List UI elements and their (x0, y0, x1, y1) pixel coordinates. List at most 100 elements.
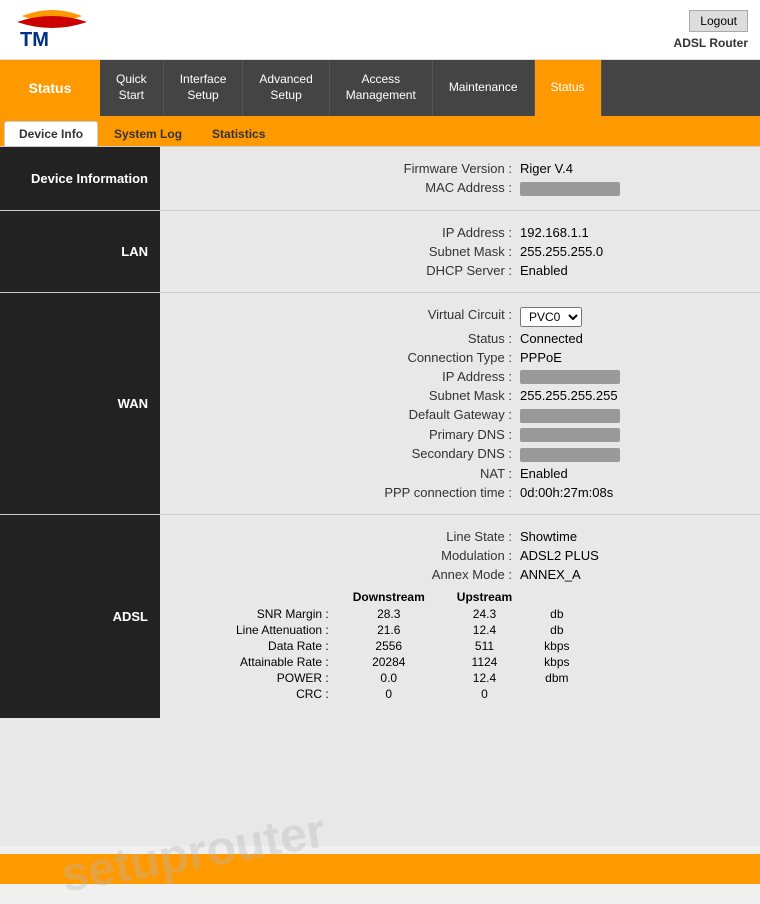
adsl-snr-downstream: 28.3 (337, 606, 441, 622)
wan-gw-row: Default Gateway : (160, 407, 760, 423)
adsl-attn-row: Line Attenuation : 21.6 12.4 db (220, 622, 586, 638)
wan-subnet-value: 255.255.255.255 (520, 388, 720, 403)
nav-item-quick-start[interactable]: QuickStart (100, 60, 164, 116)
logout-button[interactable]: Logout (689, 10, 748, 32)
adsl-table-col-unit (528, 588, 585, 606)
mac-label: MAC Address : (340, 180, 520, 196)
wan-subnet-label: Subnet Mask : (340, 388, 520, 403)
nav-item-access-management[interactable]: AccessManagement (330, 60, 433, 116)
adsl-datarate-row: Data Rate : 2556 511 kbps (220, 638, 586, 654)
wan-section: WAN Virtual Circuit : PVC0 PVC1 PVC2 PVC… (0, 292, 760, 514)
ppp-time-label: PPP connection time : (340, 485, 520, 500)
adsl-snr-unit: db (528, 606, 585, 622)
wan-dns2-row: Secondary DNS : (160, 446, 760, 462)
adsl-annex-label: Annex Mode : (340, 567, 520, 582)
adsl-attrate-downstream: 20284 (337, 654, 441, 670)
wan-gw-label: Default Gateway : (340, 407, 520, 423)
adsl-table-col-label (220, 588, 337, 606)
lan-ip-row: IP Address : 192.168.1.1 (160, 225, 760, 240)
vc-value: PVC0 PVC1 PVC2 PVC3 (520, 307, 720, 327)
device-info-content: Firmware Version : Riger V.4 MAC Address… (160, 147, 760, 210)
adsl-crc-row: CRC : 0 0 (220, 686, 586, 702)
sub-tab-statistics[interactable]: Statistics (198, 122, 279, 146)
wan-label: WAN (0, 293, 160, 514)
wan-ip-value (520, 369, 720, 385)
nav-item-advanced-setup[interactable]: AdvancedSetup (243, 60, 329, 116)
adsl-section: ADSL Line State : Showtime Modulation : … (0, 514, 760, 718)
firmware-value: Riger V.4 (520, 161, 720, 176)
adsl-power-label: POWER : (220, 670, 337, 686)
adsl-table: Downstream Upstream SNR Margin : 28.3 24… (220, 588, 740, 702)
lan-section: LAN IP Address : 192.168.1.1 Subnet Mask… (0, 210, 760, 292)
adsl-modulation-label: Modulation : (340, 548, 520, 563)
lan-dhcp-row: DHCP Server : Enabled (160, 263, 760, 278)
wan-subnet-row: Subnet Mask : 255.255.255.255 (160, 388, 760, 403)
ppp-time-value: 0d:00h:27m:08s (520, 485, 720, 500)
wan-dns2-label: Secondary DNS : (340, 446, 520, 462)
adsl-linestate-label: Line State : (340, 529, 520, 544)
adsl-label: ADSL (0, 515, 160, 718)
conn-type-value: PPPoE (520, 350, 720, 365)
header-right: Logout ADSL Router (674, 10, 748, 50)
device-info-section: Device Information Firmware Version : Ri… (0, 146, 760, 210)
tm-logo: TM (12, 8, 92, 52)
adsl-power-row: POWER : 0.0 12.4 dbm (220, 670, 586, 686)
router-label: ADSL Router (674, 36, 748, 50)
adsl-snr-upstream: 24.3 (441, 606, 528, 622)
lan-label: LAN (0, 211, 160, 292)
adsl-crc-downstream: 0 (337, 686, 441, 702)
adsl-crc-label: CRC : (220, 686, 337, 702)
adsl-datarate-label: Data Rate : (220, 638, 337, 654)
wan-ip-row: IP Address : (160, 369, 760, 385)
wan-status-row: Status : Connected (160, 331, 760, 346)
adsl-datarate-unit: kbps (528, 638, 585, 654)
conn-type-label: Connection Type : (340, 350, 520, 365)
nav-item-status[interactable]: Status (535, 60, 602, 116)
nav-item-interface-setup[interactable]: InterfaceSetup (164, 60, 244, 116)
lan-ip-label: IP Address : (340, 225, 520, 240)
sub-tab-device-info[interactable]: Device Info (4, 121, 98, 146)
adsl-content: Line State : Showtime Modulation : ADSL2… (160, 515, 760, 718)
adsl-annex-value: ANNEX_A (520, 567, 720, 582)
wan-dns1-value (520, 427, 720, 443)
adsl-datarate-upstream: 511 (441, 638, 528, 654)
wan-gw-blurred (520, 409, 620, 423)
wan-ip-blurred (520, 370, 620, 384)
vc-row: Virtual Circuit : PVC0 PVC1 PVC2 PVC3 (160, 307, 760, 327)
wan-nat-value: Enabled (520, 466, 720, 481)
adsl-attn-downstream: 21.6 (337, 622, 441, 638)
adsl-modulation-row: Modulation : ADSL2 PLUS (160, 548, 760, 563)
adsl-power-upstream: 12.4 (441, 670, 528, 686)
wan-nat-label: NAT : (340, 466, 520, 481)
adsl-snr-row: SNR Margin : 28.3 24.3 db (220, 606, 586, 622)
wan-dns2-value (520, 446, 720, 462)
adsl-annex-row: Annex Mode : ANNEX_A (160, 567, 760, 582)
nav-status-label[interactable]: Status (0, 60, 100, 116)
wan-dns1-label: Primary DNS : (340, 427, 520, 443)
sub-tab-system-log[interactable]: System Log (100, 122, 196, 146)
wan-dns1-blurred (520, 428, 620, 442)
device-info-label: Device Information (0, 147, 160, 210)
mac-value (520, 180, 720, 196)
nav-item-maintenance[interactable]: Maintenance (433, 60, 535, 116)
vc-select[interactable]: PVC0 PVC1 PVC2 PVC3 (520, 307, 582, 327)
wan-dns2-blurred (520, 448, 620, 462)
lan-content: IP Address : 192.168.1.1 Subnet Mask : 2… (160, 211, 760, 292)
adsl-crc-upstream: 0 (441, 686, 528, 702)
svg-text:TM: TM (20, 29, 49, 51)
content-wrapper: Device Information Firmware Version : Ri… (0, 146, 760, 846)
lan-dhcp-label: DHCP Server : (340, 263, 520, 278)
footer-bar (0, 854, 760, 884)
adsl-table-col-upstream: Upstream (441, 588, 528, 606)
adsl-power-unit: dbm (528, 670, 585, 686)
lan-ip-value: 192.168.1.1 (520, 225, 720, 240)
wan-content: Virtual Circuit : PVC0 PVC1 PVC2 PVC3 St… (160, 293, 760, 514)
conn-type-row: Connection Type : PPPoE (160, 350, 760, 365)
adsl-attrate-label: Attainable Rate : (220, 654, 337, 670)
vc-label: Virtual Circuit : (340, 307, 520, 327)
header: TM Logout ADSL Router (0, 0, 760, 60)
adsl-crc-unit (528, 686, 585, 702)
nav-bar: Status QuickStart InterfaceSetup Advance… (0, 60, 760, 116)
adsl-datarate-downstream: 2556 (337, 638, 441, 654)
adsl-attrate-unit: kbps (528, 654, 585, 670)
